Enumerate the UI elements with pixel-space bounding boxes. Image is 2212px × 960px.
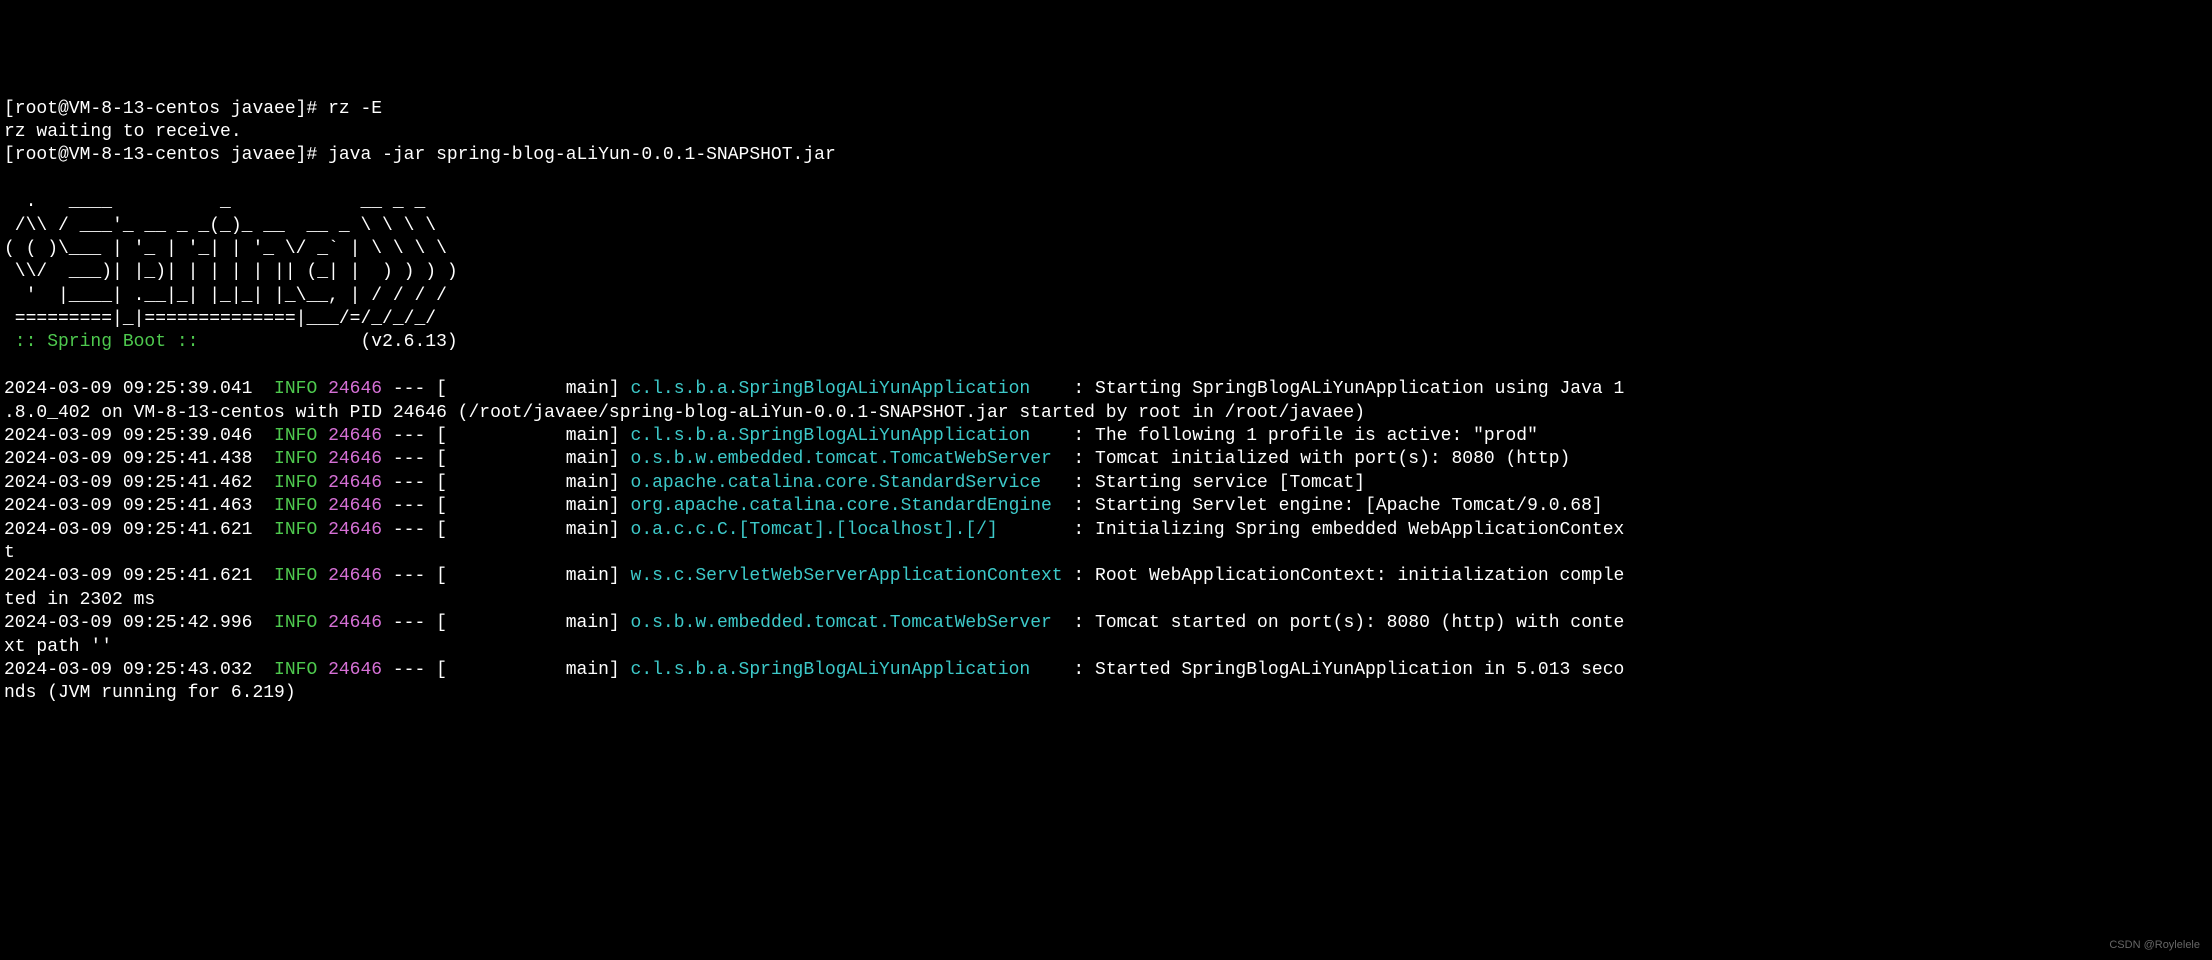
rz-wait-text: rz waiting to receive. [4, 122, 242, 142]
log-line: 2024-03-09 09:25:41.621 INFO 24646 --- [… [4, 565, 2208, 612]
log-line: 2024-03-09 09:25:43.032 INFO 24646 --- [… [4, 659, 2208, 706]
log-line: 2024-03-09 09:25:42.996 INFO 24646 --- [… [4, 612, 2208, 659]
log-line: 2024-03-09 09:25:41.462 INFO 24646 --- [… [4, 472, 2208, 495]
log-line: 2024-03-09 09:25:39.041 INFO 24646 --- [… [4, 378, 2208, 425]
log-line: 2024-03-09 09:25:39.046 INFO 24646 --- [… [4, 425, 2208, 448]
terminal-output: [root@VM-8-13-centos javaee]# rz -E rz w… [4, 98, 2208, 706]
spring-banner: . ____ _ __ _ _ /\\ / ___'_ __ _ _(_)_ _… [4, 192, 458, 352]
log-line: 2024-03-09 09:25:41.463 INFO 24646 --- [… [4, 495, 2208, 518]
log-line: 2024-03-09 09:25:41.438 INFO 24646 --- [… [4, 448, 2208, 471]
prompt-line-2: [root@VM-8-13-centos javaee]# java -jar … [4, 145, 836, 165]
spring-boot-label: :: Spring Boot :: [4, 332, 360, 352]
watermark: CSDN @Roylelele [2109, 938, 2200, 952]
prompt-line-1: [root@VM-8-13-centos javaee]# rz -E [4, 99, 382, 119]
log-line: 2024-03-09 09:25:41.621 INFO 24646 --- [… [4, 519, 2208, 566]
log-lines: 2024-03-09 09:25:39.041 INFO 24646 --- [… [4, 378, 2208, 705]
